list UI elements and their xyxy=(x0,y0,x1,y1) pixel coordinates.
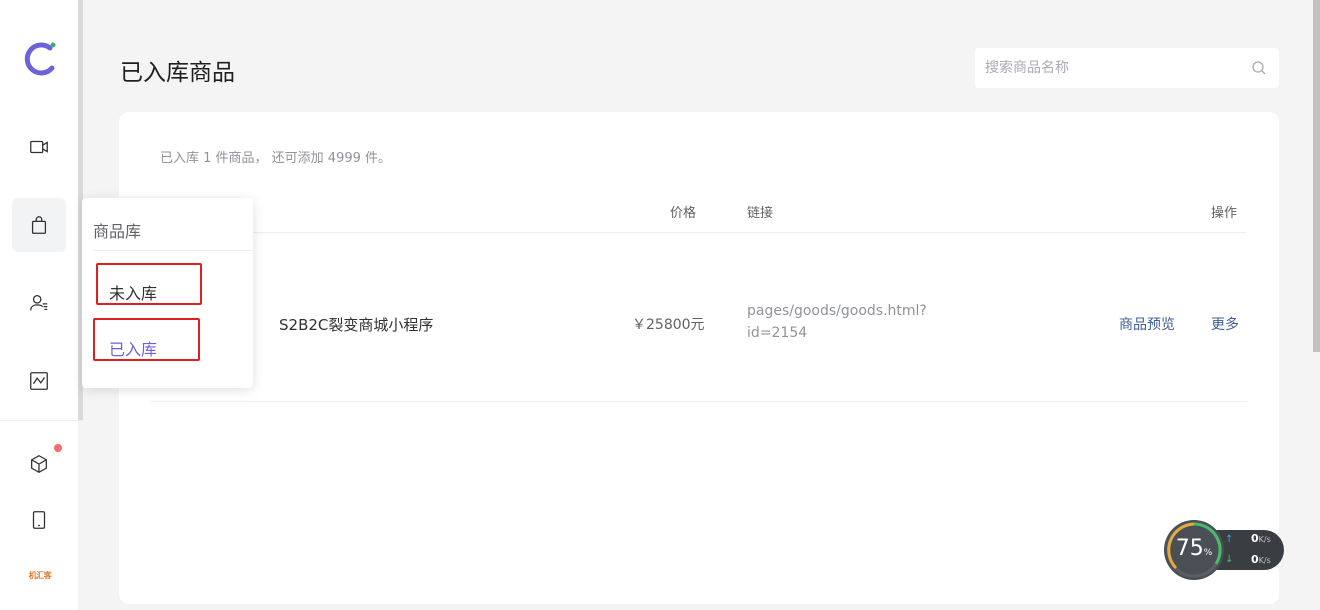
table-header-divider xyxy=(151,232,1247,233)
video-icon xyxy=(30,140,48,154)
table-row-divider xyxy=(151,401,1247,402)
download-arrow-icon: ↓ xyxy=(1225,554,1234,565)
goods-link: pages/goods/goods.html?id=2154 xyxy=(747,303,927,341)
sidebar-item-customers[interactable] xyxy=(12,276,66,330)
page-scrollbar[interactable] xyxy=(1313,0,1320,352)
header-actions: 操作 xyxy=(1211,206,1238,221)
more-button[interactable]: 更多 xyxy=(1211,314,1239,334)
highlight-box-not-stocked xyxy=(96,263,202,305)
network-speed-widget[interactable]: ↑ ↓ 0K/s 0K/s 75% xyxy=(1164,520,1284,580)
shopping-bag-icon xyxy=(31,216,47,234)
highlight-box-stocked xyxy=(93,318,200,361)
search-box[interactable] xyxy=(975,48,1279,88)
app-logo-icon[interactable] xyxy=(22,38,58,80)
brand-logo: 机汇客 xyxy=(28,571,52,580)
sidebar: 机汇客 xyxy=(0,0,78,610)
sidebar-item-video[interactable] xyxy=(12,120,66,174)
sidebar-item-stats[interactable] xyxy=(12,354,66,408)
header-price: 价格 xyxy=(670,206,697,221)
upload-arrow-icon: ↑ xyxy=(1225,534,1234,545)
download-speed: 0K/s xyxy=(1251,553,1271,566)
sidebar-divider xyxy=(0,420,83,421)
upload-speed: 0K/s xyxy=(1251,532,1271,545)
goods-name: S2B2C裂变商城小程序 xyxy=(279,316,434,334)
goods-price: ￥25800元 xyxy=(632,317,705,333)
notification-dot xyxy=(54,444,62,452)
sidebar-item-goods[interactable] xyxy=(12,198,66,252)
user-list-icon xyxy=(30,295,48,311)
chart-icon xyxy=(30,372,48,390)
usage-gauge: 75% xyxy=(1164,520,1224,580)
cube-icon xyxy=(31,455,47,473)
menu-title: 商品库 xyxy=(93,222,142,241)
usage-percent: 75% xyxy=(1175,536,1213,561)
search-input[interactable] xyxy=(975,48,1245,88)
search-icon[interactable] xyxy=(1251,60,1267,76)
summary-text: 已入库 1 件商品， 还可添加 4999 件。 xyxy=(160,151,392,166)
goods-card: 已入库 1 件商品， 还可添加 4999 件。 价格 链接 操作 S2B2C裂变… xyxy=(119,112,1279,604)
tablet-icon xyxy=(32,511,46,529)
page-title: 已入库商品 xyxy=(120,60,235,86)
header-link: 链接 xyxy=(747,206,774,221)
preview-goods-button[interactable]: 商品预览 xyxy=(1119,314,1175,334)
sidebar-item-mobile[interactable] xyxy=(12,493,66,547)
menu-divider xyxy=(93,250,253,251)
